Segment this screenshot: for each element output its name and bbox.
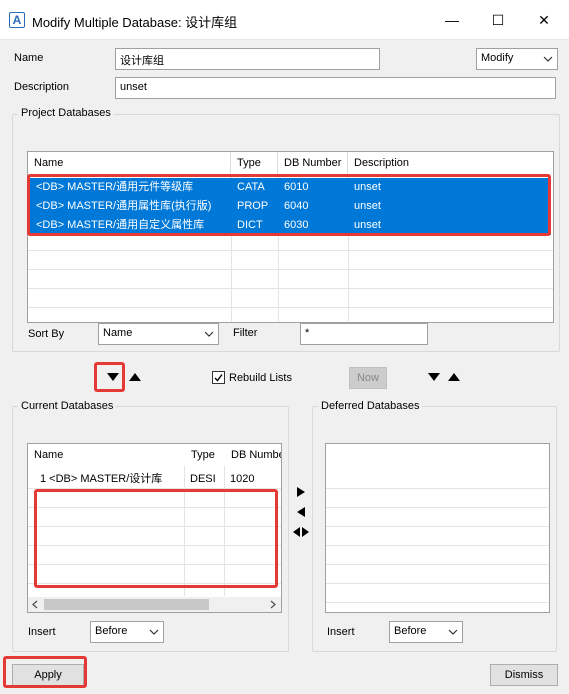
maximize-button[interactable]: ☐: [475, 0, 521, 40]
description-field[interactable]: unset: [115, 77, 556, 99]
column-header-type[interactable]: Type: [185, 444, 225, 466]
sort-by-select[interactable]: Name: [98, 323, 219, 345]
scroll-left-icon[interactable]: [31, 600, 40, 609]
deferred-insert-label: Insert: [327, 626, 355, 638]
current-insert-label: Insert: [28, 626, 56, 638]
deferred-databases-label: Deferred Databases: [318, 400, 423, 412]
column-header-name[interactable]: Name: [28, 444, 185, 466]
row-db-number: 1020: [230, 473, 255, 485]
move-down-icon[interactable]: [106, 372, 120, 382]
deferred-databases-table[interactable]: [325, 443, 550, 613]
filter-label: Filter: [233, 327, 258, 339]
mode-select-value: Modify: [481, 52, 514, 64]
deferred-insert-value: Before: [394, 625, 427, 637]
horizontal-scrollbar[interactable]: [28, 597, 281, 612]
project-databases-label: Project Databases: [18, 107, 114, 119]
scroll-right-icon[interactable]: [268, 600, 277, 609]
title-bar: A Modify Multiple Database: 设计库组 — ☐ ✕: [0, 0, 569, 40]
chevron-down-icon: [149, 629, 159, 635]
name-label: Name: [14, 52, 44, 64]
selection-highlight-box: [27, 174, 551, 236]
table-row[interactable]: 1 <DB> MASTER/设计库 DESI 1020: [28, 470, 281, 489]
row-type: DESI: [190, 473, 216, 485]
chevron-down-icon: [448, 629, 458, 635]
mode-select[interactable]: Modify: [476, 48, 558, 70]
move-left-icon[interactable]: [296, 506, 306, 518]
current-insert-value: Before: [95, 625, 128, 637]
close-button[interactable]: ✕: [521, 0, 567, 40]
rebuild-lists-label: Rebuild Lists: [229, 372, 292, 384]
apply-highlight-box: [3, 656, 87, 688]
current-insert-select[interactable]: Before: [90, 621, 164, 643]
minimize-button[interactable]: —: [429, 0, 475, 40]
chevron-down-icon: [543, 56, 553, 62]
current-databases-label: Current Databases: [18, 400, 117, 412]
checkmark-icon: [214, 374, 223, 382]
row-name: 1 <DB> MASTER/设计库: [40, 473, 163, 485]
dismiss-button[interactable]: Dismiss: [490, 664, 558, 686]
app-icon: A: [9, 12, 25, 28]
sort-by-value: Name: [103, 327, 133, 339]
sort-up-icon[interactable]: [447, 372, 461, 382]
sort-by-label: Sort By: [28, 328, 65, 340]
filter-input[interactable]: *: [300, 323, 428, 345]
column-header-description[interactable]: Description: [348, 152, 553, 174]
column-header-type[interactable]: Type: [231, 152, 278, 174]
move-right-icon[interactable]: [296, 486, 306, 498]
now-button[interactable]: Now: [349, 367, 387, 389]
sort-down-icon[interactable]: [427, 372, 441, 382]
name-field[interactable]: 设计库组: [115, 48, 380, 70]
column-header-db-number[interactable]: DB Numbe: [225, 444, 281, 466]
swap-icon[interactable]: [292, 526, 310, 538]
description-label: Description: [14, 81, 70, 93]
window-title: Modify Multiple Database: 设计库组: [32, 15, 238, 30]
move-up-icon[interactable]: [128, 372, 142, 382]
rebuild-lists-checkbox[interactable]: [212, 371, 225, 384]
chevron-down-icon: [204, 331, 214, 337]
scrollbar-thumb[interactable]: [44, 599, 209, 610]
column-header-name[interactable]: Name: [28, 152, 231, 174]
column-header-db-number[interactable]: DB Number: [278, 152, 348, 174]
empty-area-highlight-box: [34, 489, 278, 588]
deferred-insert-select[interactable]: Before: [389, 621, 463, 643]
